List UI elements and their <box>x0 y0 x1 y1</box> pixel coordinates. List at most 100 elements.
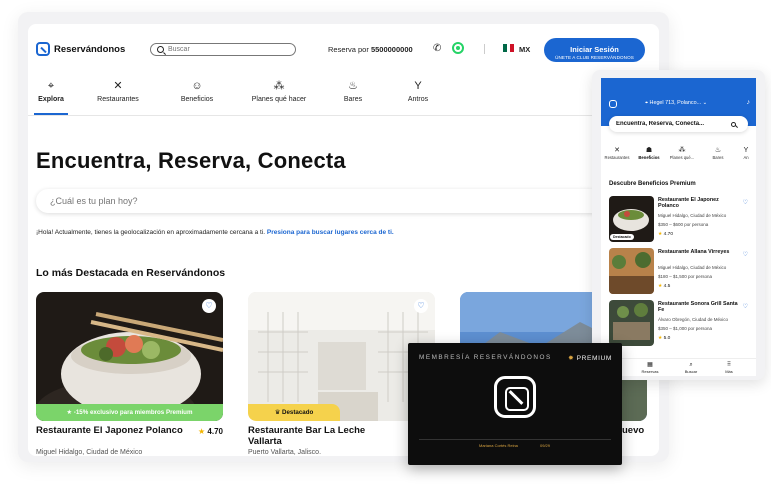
divider <box>419 439 611 440</box>
restaurant-photo[interactable]: ♡ ★ -15% exclusivo para miembros Premium <box>36 292 223 421</box>
rating-value: 4.70 <box>207 427 223 436</box>
nav-label: Planes qué hacer <box>251 96 307 103</box>
utensils-icon: ✕ <box>614 147 620 154</box>
nav-item-restaurantes[interactable]: ✕ Restaurantes <box>94 76 142 116</box>
star-icon: ★ <box>198 427 206 436</box>
logo[interactable]: Reservándonos <box>36 42 125 56</box>
tab-beneficios[interactable]: ☗ Beneficios <box>637 146 661 160</box>
restaurant-address: Miguel Hidalgo, Ciudad de México <box>658 265 727 270</box>
logo-text: Reservándonos <box>54 43 126 55</box>
nav-label: Restaurantes <box>97 96 139 103</box>
list-item[interactable]: Destacado Restaurante El Japonez Polanco… <box>609 196 754 244</box>
phone-icon[interactable]: ✆ <box>433 43 441 54</box>
gift-icon: ☗ <box>645 147 653 154</box>
membership-card: MEMBRESÍA RESERVÁNDONOS ✸ PREMIUM Marian… <box>408 343 622 465</box>
logo-icon[interactable] <box>609 100 617 108</box>
favorite-heart-icon[interactable]: ♡ <box>743 303 748 310</box>
restaurant-name[interactable]: Restaurante Allana Virreyes <box>658 249 738 255</box>
rating-value: 4.5 <box>663 284 671 289</box>
tab-label: Restaurantes <box>604 155 630 160</box>
featured-badge-label: Destacado <box>281 409 314 416</box>
bottom-nav-buscar[interactable]: ⌕ Buscar <box>681 362 701 374</box>
tab-planes[interactable]: ⁂ Planes qué... <box>667 146 697 160</box>
favorite-heart-icon[interactable]: ♡ <box>414 299 428 313</box>
gift-icon: ☺ <box>191 80 203 92</box>
restaurant-name[interactable]: uevo <box>622 425 652 437</box>
bottom-nav-label: Más <box>725 369 733 374</box>
restaurant-address: Álvaro Obregón, Ciudad de México <box>658 317 729 322</box>
tab-restaurantes[interactable]: ✕ Restaurantes <box>603 146 631 160</box>
restaurant-name[interactable]: Restaurante Sonora Grill Santa Fe <box>658 301 738 313</box>
bar-interior-image <box>248 292 435 421</box>
restaurant-photo[interactable]: ♡ ♛ Destacado <box>248 292 435 421</box>
grill-thumbnail-image <box>609 300 654 346</box>
top-bar: Reservándonos Reserva por 5500000000 ✆ M… <box>28 24 659 76</box>
calendar-icon: ▦ <box>647 362 653 368</box>
mobile-search-input[interactable] <box>616 121 731 127</box>
restaurant-rating: ★ 4.70 <box>658 232 673 237</box>
nav-item-antros[interactable]: Y Antros <box>405 76 431 116</box>
nav-label: Beneficios <box>180 96 214 103</box>
tab-label: Bares <box>712 155 724 160</box>
star-icon: ✸ <box>568 355 575 362</box>
country-code[interactable]: MX <box>519 45 530 54</box>
tab-label: Beneficios <box>638 155 660 160</box>
whatsapp-icon[interactable] <box>452 42 464 54</box>
list-item[interactable]: Restaurante Allana Virreyes Miguel Hidal… <box>609 248 754 296</box>
rating-value: 4.70 <box>663 232 673 237</box>
bottom-nav-mas[interactable]: ⠿ Más <box>721 362 737 374</box>
search-icon[interactable] <box>731 121 736 127</box>
card-holder-name: Mariana Cortés Reina <box>479 443 518 448</box>
geolocation-text: ¡Hola! Actualmente, tienes la geolocaliz… <box>36 229 266 236</box>
favorite-heart-icon[interactable]: ♡ <box>743 199 748 206</box>
list-item[interactable]: Restaurante Sonora Grill Santa Fe Álvaro… <box>609 300 754 348</box>
cocktail-icon: Y <box>743 147 749 154</box>
featured-badge: Destacado <box>610 234 634 240</box>
plan-search-box[interactable] <box>36 189 647 213</box>
location-selector[interactable]: ⌖ Hegel 713, Polanco... ⌄ <box>645 100 707 107</box>
brand-logo-icon <box>494 376 536 418</box>
nav-item-explora[interactable]: ⌖ Explora <box>34 76 68 116</box>
nav-label: Antros <box>407 96 429 103</box>
restaurant-price: $350 – $600 por persona <box>658 222 709 227</box>
restaurant-address: Miguel Hidalgo, Ciudad de México <box>36 449 143 456</box>
tab-bares[interactable]: ♨ Bares <box>711 146 725 160</box>
login-button-title: Iniciar Sesión <box>570 44 619 54</box>
nav-item-beneficios[interactable]: ☺ Beneficios <box>178 76 216 116</box>
mobile-search-box[interactable] <box>609 116 748 132</box>
bottom-nav-reservas[interactable]: ▦ Reservas <box>639 362 661 374</box>
mobile-window: ⌖ Hegel 713, Polanco... ⌄ ♪ ✕Restaurante… <box>592 70 765 380</box>
beer-icon: ♨ <box>348 80 358 92</box>
star-icon: ★ <box>658 232 663 237</box>
rating-value: 5.0 <box>663 336 671 341</box>
restaurant-address: Miguel Hidalgo, Ciudad de México <box>658 213 727 218</box>
mexico-flag-icon[interactable] <box>503 44 515 52</box>
favorite-heart-icon[interactable]: ♡ <box>202 299 216 313</box>
restaurant-card[interactable]: ♡ ♛ Destacado Restaurante Bar La Leche V… <box>248 292 435 456</box>
restaurant-rating: ★ 4.70 <box>198 427 223 436</box>
geolocation-notice: ¡Hola! Actualmente, tienes la geolocaliz… <box>36 229 394 236</box>
restaurant-card[interactable]: ♡ ★ -15% exclusivo para miembros Premium… <box>36 292 223 456</box>
beer-icon: ♨ <box>714 147 722 154</box>
premium-discount-badge: ★ -15% exclusivo para miembros Premium <box>36 404 223 421</box>
tab-antros[interactable]: Y An <box>739 146 753 160</box>
login-button[interactable]: Iniciar Sesión ÚNETE A CLUB RESERVÁNDONO… <box>544 38 645 62</box>
favorite-heart-icon[interactable]: ♡ <box>743 251 748 258</box>
search-input[interactable] <box>168 46 278 53</box>
restaurant-name[interactable]: Restaurante El Japonez Polanco <box>658 197 738 209</box>
plan-input[interactable] <box>50 196 610 206</box>
mobile-screen: ⌖ Hegel 713, Polanco... ⌄ ♪ ✕Restaurante… <box>601 78 756 376</box>
geolocation-link[interactable]: Presiona para buscar lugares cerca de ti… <box>267 229 394 236</box>
restaurant-rating: ★ 4.5 <box>658 284 670 289</box>
poke-bowl-image <box>36 292 223 421</box>
restaurant-name[interactable]: Restaurante Bar La Leche Vallarta <box>248 425 398 447</box>
terrace-thumbnail-image <box>609 248 654 294</box>
star-icon: ★ <box>658 284 663 289</box>
restaurant-price: $180 – $1,500 por persona <box>658 274 713 279</box>
nav-item-planes[interactable]: ⁂ Planes qué hacer <box>248 76 310 116</box>
restaurant-name[interactable]: Restaurante El Japonez Polanco <box>36 425 186 437</box>
nav-label: Explora <box>38 96 64 103</box>
search-box[interactable] <box>150 43 296 56</box>
nav-item-bares[interactable]: ♨ Bares <box>340 76 366 116</box>
bell-icon[interactable]: ♪ <box>747 99 751 106</box>
